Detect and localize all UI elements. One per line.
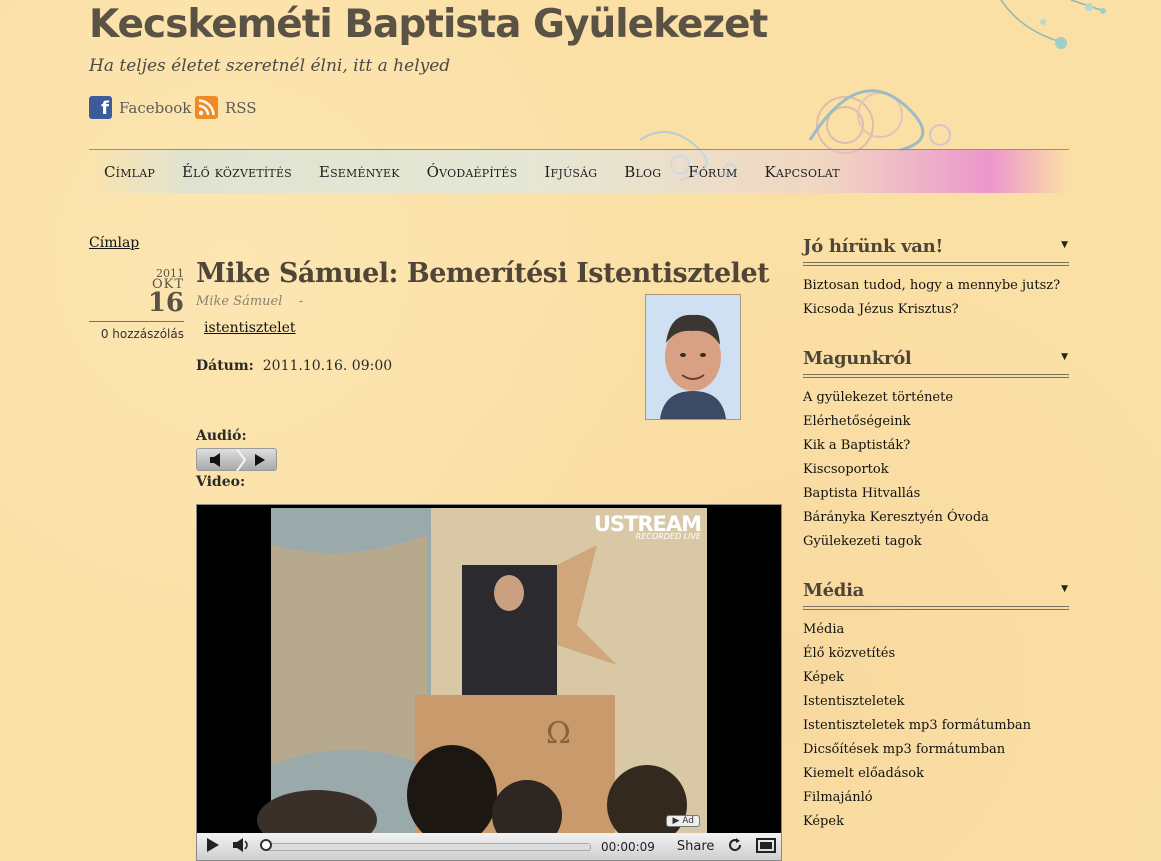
sidebar-link[interactable]: Istentiszteletek mp3 formátumban xyxy=(803,714,1069,738)
block-title: Magunkról xyxy=(803,348,912,369)
fullscreen-icon[interactable] xyxy=(756,837,777,856)
sidebar-link[interactable]: Bárányka Keresztyén Óvoda xyxy=(803,506,1069,530)
seek-handle[interactable] xyxy=(260,838,272,851)
facebook-link[interactable]: f Facebook xyxy=(89,96,191,119)
nav-item-cimlap[interactable]: Címlap xyxy=(104,163,155,181)
sidebar-link[interactable]: Baptista Hitvallás xyxy=(803,482,1069,506)
video-label: Video: xyxy=(196,474,246,490)
sidebar-link[interactable]: Képek xyxy=(803,810,1069,834)
volume-icon[interactable] xyxy=(233,838,251,855)
post-byline: Mike Sámuel - xyxy=(196,294,303,309)
comment-count[interactable]: 0 hozzászólás xyxy=(89,327,184,341)
video-time: 00:00:09 xyxy=(601,839,655,854)
sidebar-link[interactable]: Dicsőítések mp3 formátumban xyxy=(803,738,1069,762)
main-nav: Címlap Élő közvetítés Események Óvodaépí… xyxy=(89,149,1069,193)
collapse-caret-icon[interactable]: ▼ xyxy=(1061,584,1068,594)
ustream-recorded-label: RECORDED LIVE xyxy=(635,532,701,541)
nav-item-esemenyek[interactable]: Események xyxy=(319,163,400,181)
replay-icon[interactable] xyxy=(728,838,742,855)
sidebar-link[interactable]: Kiscsoportok xyxy=(803,458,1069,482)
sidebar-link[interactable]: Gyülekezeti tagok xyxy=(803,530,1069,554)
svg-text:Ω: Ω xyxy=(546,716,571,751)
byline-separator: - xyxy=(298,294,304,309)
sidebar-block-jo-hirunk: Jó hírünk van! ▼ Biztosan tudod, hogy a … xyxy=(803,236,1069,322)
nav-item-kapcsolat[interactable]: Kapcsolat xyxy=(764,163,839,181)
sidebar-link[interactable]: Média xyxy=(803,618,1069,642)
sidebar-link[interactable]: Kicsoda Jézus Krisztus? xyxy=(803,298,1069,322)
sidebar-link[interactable]: A gyülekezet története xyxy=(803,386,1069,410)
date-field: Dátum: 2011.10.16. 09:00 xyxy=(196,358,392,374)
nav-item-ovodaepites[interactable]: Óvodaépítés xyxy=(427,163,518,181)
video-player[interactable]: Ω USTREAM RECORDED LIVE ▶ Ad 00:00:09 Sh… xyxy=(196,504,782,861)
sidebar-link[interactable]: Filmajánló xyxy=(803,786,1069,810)
share-button[interactable]: Share xyxy=(677,839,715,854)
site-title[interactable]: Kecskeméti Baptista Gyülekezet xyxy=(89,2,768,47)
block-title: Média xyxy=(803,580,864,601)
facebook-label: Facebook xyxy=(119,98,192,117)
sidebar-link[interactable]: Istentiszteletek xyxy=(803,690,1069,714)
video-frame: Ω xyxy=(197,505,781,835)
date-label: Dátum: xyxy=(196,358,254,374)
date-value: 2011.10.16. 09:00 xyxy=(262,358,393,374)
nav-item-elo-kozvetites[interactable]: Élő közvetítés xyxy=(182,163,292,181)
sidebar-link[interactable]: Képek xyxy=(803,666,1069,690)
divider xyxy=(89,321,184,322)
nav-item-forum[interactable]: Fórum xyxy=(688,163,737,181)
play-button[interactable] xyxy=(207,838,219,855)
divider xyxy=(803,606,1069,610)
post-date: 2011 OKT 16 0 hozzászólás xyxy=(89,268,184,341)
speaker-icon xyxy=(210,453,220,467)
decorative-dots xyxy=(1000,0,1106,49)
post-title: Mike Sámuel: Bemerítési Istentisztelet xyxy=(196,258,770,289)
rss-icon xyxy=(195,96,218,119)
ad-button[interactable]: ▶ Ad xyxy=(666,815,700,827)
collapse-caret-icon[interactable]: ▼ xyxy=(1061,352,1068,362)
speaker-photo xyxy=(645,294,741,420)
date-day: 16 xyxy=(147,288,184,318)
divider xyxy=(803,374,1069,378)
video-controls: 00:00:09 Share xyxy=(197,833,781,860)
seek-bar[interactable] xyxy=(260,838,591,851)
nav-item-ifjusag[interactable]: Ifjúság xyxy=(544,163,597,181)
rss-link[interactable]: RSS xyxy=(195,96,257,119)
sidebar-link[interactable]: Biztosan tudod, hogy a mennybe jutsz? xyxy=(803,274,1069,298)
breadcrumb[interactable]: Címlap xyxy=(89,235,139,251)
post-author: Mike Sámuel xyxy=(196,294,283,309)
nav-item-blog[interactable]: Blog xyxy=(624,163,661,181)
collapse-caret-icon[interactable]: ▼ xyxy=(1061,240,1068,250)
rss-label: RSS xyxy=(225,98,257,117)
sidebar-link[interactable]: Kik a Baptisták? xyxy=(803,434,1069,458)
sidebar-link[interactable]: Élő közvetítés xyxy=(803,642,1069,666)
site-tagline: Ha teljes életet szeretnél élni, itt a h… xyxy=(89,56,451,76)
play-icon[interactable] xyxy=(255,454,265,466)
sidebar-block-media: Média ▼ Média Élő közvetítés Képek Isten… xyxy=(803,580,1069,834)
block-title: Jó hírünk van! xyxy=(803,236,944,257)
audio-player[interactable] xyxy=(196,448,277,471)
divider xyxy=(803,262,1069,266)
facebook-icon: f xyxy=(89,96,112,119)
audio-label: Audió: xyxy=(196,428,247,444)
sidebar-link[interactable]: Elérhetőségeink xyxy=(803,410,1069,434)
sidebar-block-magunkrol: Magunkról ▼ A gyülekezet története Elérh… xyxy=(803,348,1069,554)
sidebar-link[interactable]: Kiemelt előadások xyxy=(803,762,1069,786)
post-tag[interactable]: istentisztelet xyxy=(204,320,296,336)
